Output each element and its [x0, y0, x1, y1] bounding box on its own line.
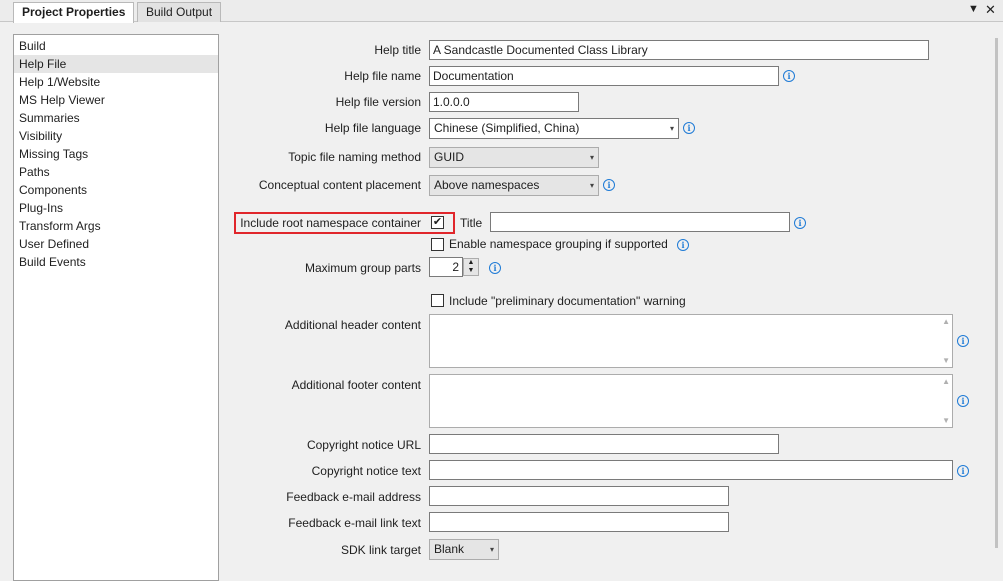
help-file-language-label: Help file language [324, 121, 421, 135]
footer-content-label: Additional footer content [291, 378, 421, 392]
preliminary-checkbox[interactable] [431, 294, 444, 307]
topic-file-naming-label: Topic file naming method [288, 150, 421, 164]
property-page: Build Help File Help 1/Website MS Help V… [0, 22, 1003, 581]
feedback-email-field[interactable] [429, 486, 729, 506]
nav-item-help-file[interactable]: Help File [14, 55, 218, 73]
feedback-link-text-field[interactable] [429, 512, 729, 532]
info-icon[interactable]: i [603, 179, 615, 191]
copyright-text-field[interactable] [429, 460, 953, 480]
include-root-namespace-label: Include root namespace container [240, 216, 421, 230]
conceptual-placement-combo[interactable]: Above namespaces ▾ [429, 175, 599, 196]
feedback-email-label: Feedback e-mail address [286, 490, 421, 504]
help-file-language-value: Chinese (Simplified, China) [434, 121, 580, 135]
help-title-label: Help title [374, 43, 421, 57]
info-icon[interactable]: i [683, 122, 695, 134]
info-icon[interactable]: i [489, 262, 501, 274]
tab-project-properties[interactable]: Project Properties [13, 2, 135, 23]
root-title-field[interactable] [490, 212, 790, 232]
nav-item-paths[interactable]: Paths [14, 163, 218, 181]
scroll-up-icon[interactable]: ▲ [942, 317, 950, 326]
spin-down-icon[interactable]: ▼ [464, 267, 478, 275]
nav-item-components[interactable]: Components [14, 181, 218, 199]
tab-strip: Project Properties Build Output ▼ ✕ [0, 0, 1003, 23]
info-icon[interactable]: i [957, 335, 969, 347]
header-content-label: Additional header content [284, 318, 421, 332]
nav-item-plug-ins[interactable]: Plug-Ins [14, 199, 218, 217]
copyright-text-label: Copyright notice text [311, 464, 421, 478]
include-root-namespace-checkbox[interactable]: ✔ [431, 216, 444, 229]
copyright-url-label: Copyright notice URL [306, 438, 421, 452]
info-icon[interactable]: i [677, 239, 689, 251]
triangle-down-icon[interactable]: ▼ [968, 3, 979, 15]
help-title-field[interactable]: A Sandcastle Documented Class Library [429, 40, 929, 60]
help-file-language-combo[interactable]: Chinese (Simplified, China) ▾ [429, 118, 679, 139]
info-icon[interactable]: i [957, 465, 969, 477]
info-icon[interactable]: i [794, 217, 806, 229]
nav-item-summaries[interactable]: Summaries [14, 109, 218, 127]
max-group-parts-spinner[interactable]: ▲ ▼ [463, 258, 479, 276]
sdk-link-target-combo[interactable]: Blank ▾ [429, 539, 499, 560]
category-list: Build Help File Help 1/Website MS Help V… [13, 34, 219, 581]
scrollbar-thumb[interactable] [995, 38, 998, 548]
conceptual-placement-label: Conceptual content placement [258, 178, 421, 192]
close-icon[interactable]: ✕ [985, 2, 996, 18]
help-file-name-label: Help file name [344, 69, 421, 83]
scroll-down-icon[interactable]: ▼ [942, 356, 950, 365]
scroll-up-icon[interactable]: ▲ [942, 377, 950, 386]
feedback-link-text-label: Feedback e-mail link text [288, 516, 421, 530]
header-content-textarea[interactable]: ▲ ▼ [429, 314, 953, 368]
namespace-grouping-checkbox[interactable] [431, 238, 444, 251]
topic-file-naming-value: GUID [434, 150, 464, 164]
sdk-link-target-label: SDK link target [340, 543, 421, 557]
chevron-down-icon: ▾ [489, 545, 494, 554]
chevron-down-icon: ▾ [669, 124, 674, 133]
nav-item-ms-help-viewer[interactable]: MS Help Viewer [14, 91, 218, 109]
copyright-url-field[interactable] [429, 434, 779, 454]
info-icon[interactable]: i [783, 70, 795, 82]
chevron-down-icon: ▾ [589, 181, 594, 190]
footer-content-textarea[interactable]: ▲ ▼ [429, 374, 953, 428]
vertical-scrollbar[interactable] [991, 22, 1003, 581]
chevron-down-icon: ▾ [589, 153, 594, 162]
nav-item-help1-website[interactable]: Help 1/Website [14, 73, 218, 91]
max-group-parts-field[interactable]: 2 [429, 257, 463, 277]
tab-build-output[interactable]: Build Output [137, 2, 222, 22]
nav-item-transform-args[interactable]: Transform Args [14, 217, 218, 235]
info-icon[interactable]: i [957, 395, 969, 407]
root-title-label: Title [460, 216, 483, 230]
help-file-name-field[interactable]: Documentation [429, 66, 779, 86]
max-group-parts-label: Maximum group parts [304, 261, 421, 275]
conceptual-placement-value: Above namespaces [434, 178, 540, 192]
namespace-grouping-label: Enable namespace grouping if supported [449, 237, 668, 251]
nav-item-build[interactable]: Build [14, 37, 218, 55]
checkmark-icon: ✔ [432, 216, 443, 228]
nav-item-missing-tags[interactable]: Missing Tags [14, 145, 218, 163]
topic-file-naming-combo[interactable]: GUID ▾ [429, 147, 599, 168]
preliminary-label: Include "preliminary documentation" warn… [449, 294, 686, 308]
sdk-link-target-value: Blank [434, 542, 465, 556]
help-file-version-field[interactable]: 1.0.0.0 [429, 92, 579, 112]
nav-item-visibility[interactable]: Visibility [14, 127, 218, 145]
nav-item-build-events[interactable]: Build Events [14, 253, 218, 271]
spin-up-icon[interactable]: ▲ [464, 259, 478, 267]
scroll-down-icon[interactable]: ▼ [942, 416, 950, 425]
nav-item-user-defined[interactable]: User Defined [14, 235, 218, 253]
help-file-version-label: Help file version [335, 95, 421, 109]
